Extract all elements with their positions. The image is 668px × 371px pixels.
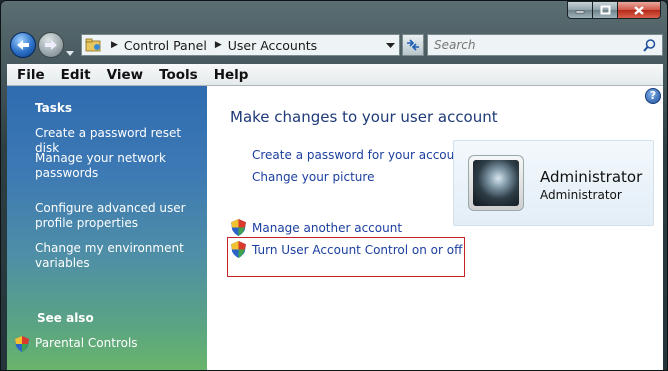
task-pane: Tasks Create a password reset disk Manag… [7,86,207,370]
minimize-button[interactable] [567,1,593,19]
breadcrumb-user-accounts[interactable]: User Accounts [228,38,317,53]
menu-help[interactable]: Help [206,67,257,83]
create-password-link[interactable]: Create a password for your account [252,148,467,162]
menu-edit[interactable]: Edit [53,67,99,83]
chevron-down-icon [66,51,74,56]
folder-icon [85,38,101,52]
user-account-type: Administrator [540,188,622,202]
maximize-icon [600,5,610,15]
breadcrumb-control-panel[interactable]: Control Panel [124,38,207,53]
avatar[interactable] [468,155,524,211]
task-configure-profile-properties[interactable]: Configure advanced user profile properti… [35,201,200,231]
change-picture-link[interactable]: Change your picture [252,170,374,184]
caption-buttons [567,1,661,19]
back-arrow-icon [17,40,29,50]
breadcrumb-separator: ▶ [111,40,118,50]
back-button[interactable] [10,32,36,58]
menu-bar: File Edit View Tools Help [7,64,663,86]
turn-uac-on-off-link[interactable]: Turn User Account Control on or off [252,243,462,257]
breadcrumb-separator: ▶ [214,40,222,50]
refresh-icon [407,39,419,51]
help-icon[interactable]: ? [645,88,661,104]
page-title: Make changes to your user account [230,108,498,126]
manage-another-account-link[interactable]: Manage another account [252,221,402,235]
minimize-icon [575,10,585,14]
parental-controls-link[interactable]: Parental Controls [35,336,200,351]
close-icon [634,5,644,15]
search-input[interactable] [428,38,643,52]
user-account-tile: Administrator Administrator [453,140,654,226]
uac-shield-icon [231,241,246,258]
recent-pages-dropdown[interactable] [66,41,74,60]
maximize-button[interactable] [593,1,618,19]
user-picture [473,160,519,206]
uac-shield-icon [15,336,29,352]
search-box[interactable] [427,34,663,56]
refresh-button[interactable] [402,34,424,56]
tasks-heading: Tasks [35,101,73,115]
uac-shield-icon [231,219,246,236]
menu-file[interactable]: File [9,67,53,83]
menu-view[interactable]: View [99,67,151,83]
user-accounts-window: ▶ Control Panel ▶ User Accounts File Edi… [0,0,668,371]
search-icon[interactable] [643,38,656,52]
see-also-heading: See also [37,311,94,325]
main-content: ? Make changes to your user account Crea… [207,86,663,370]
task-manage-network-passwords[interactable]: Manage your network passwords [35,151,200,181]
address-dropdown-icon[interactable] [386,42,395,48]
task-change-environment-variables[interactable]: Change my environment variables [35,241,200,271]
address-bar[interactable]: ▶ Control Panel ▶ User Accounts [81,34,400,56]
menu-tools[interactable]: Tools [151,67,206,83]
close-button[interactable] [618,1,661,19]
user-name: Administrator [540,168,643,186]
forward-arrow-icon [45,40,57,50]
forward-button[interactable] [38,32,64,58]
navigation-bar: ▶ Control Panel ▶ User Accounts [7,29,663,59]
